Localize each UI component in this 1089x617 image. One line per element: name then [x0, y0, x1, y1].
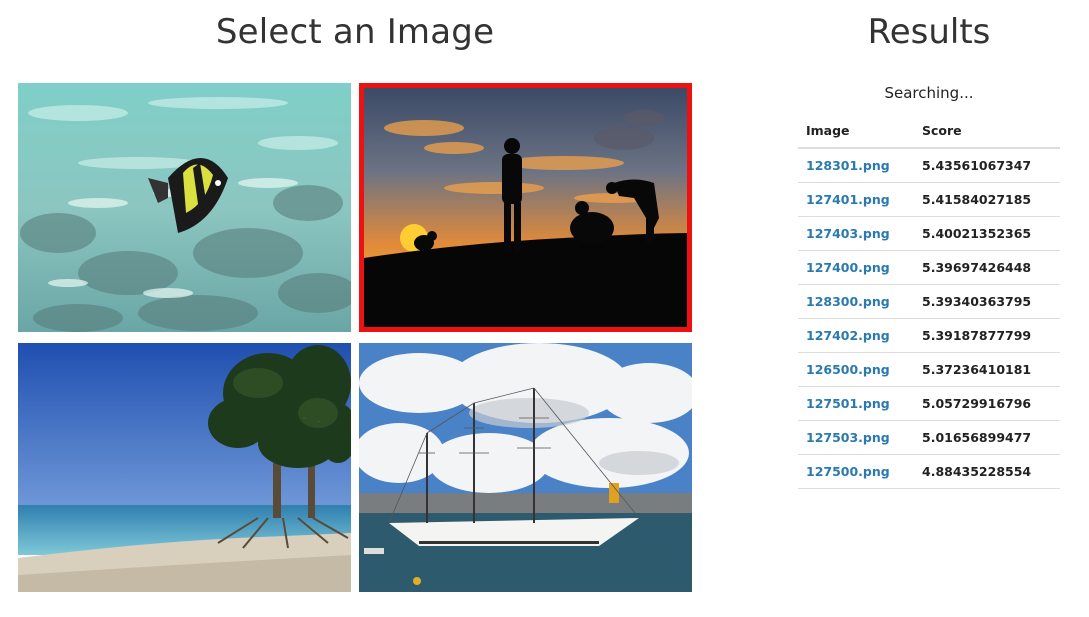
result-score: 5.43561067347: [914, 148, 1060, 183]
table-row: 126500.png 5.37236410181: [798, 352, 1060, 387]
beach-trees-photo: [18, 343, 351, 592]
result-score: 5.41584027185: [914, 182, 1060, 217]
results-table: Image Score 128301.png 5.43561067347 127…: [798, 114, 1060, 489]
result-score: 4.88435228554: [914, 454, 1060, 489]
result-image-link[interactable]: 128301.png: [806, 158, 890, 173]
result-score: 5.37236410181: [914, 352, 1060, 387]
table-row: 128300.png 5.39340363795: [798, 284, 1060, 319]
column-header-image: Image: [798, 114, 914, 149]
search-status: Searching...: [884, 84, 974, 102]
page: Select an Image Results Searching... Ima…: [0, 0, 1089, 617]
image-tile-fish[interactable]: [18, 83, 351, 332]
result-image-link[interactable]: 127400.png: [806, 260, 890, 275]
table-row: 127403.png 5.40021352365: [798, 216, 1060, 251]
table-row: 127402.png 5.39187877799: [798, 318, 1060, 353]
result-image-link[interactable]: 126500.png: [806, 362, 890, 377]
select-image-heading: Select an Image: [215, 12, 495, 52]
result-score: 5.01656899477: [914, 420, 1060, 455]
result-image-link[interactable]: 127401.png: [806, 192, 890, 207]
fish-photo: [18, 83, 351, 332]
result-score: 5.39340363795: [914, 284, 1060, 319]
results-header-row: Image Score: [798, 114, 1060, 149]
result-score: 5.39697426448: [914, 250, 1060, 285]
table-row: 127501.png 5.05729916796: [798, 386, 1060, 421]
result-image-link[interactable]: 127501.png: [806, 396, 890, 411]
image-tile-ship[interactable]: [359, 343, 692, 592]
table-row: 128301.png 5.43561067347: [798, 148, 1060, 183]
result-image-link[interactable]: 127503.png: [806, 430, 890, 445]
result-image-link[interactable]: 128300.png: [806, 294, 890, 309]
result-score: 5.40021352365: [914, 216, 1060, 251]
image-tile-beach[interactable]: [18, 343, 351, 592]
image-tile-sunset[interactable]: [359, 83, 692, 332]
table-row: 127503.png 5.01656899477: [798, 420, 1060, 455]
column-header-score: Score: [914, 114, 1060, 149]
results-heading: Results: [867, 12, 991, 52]
result-image-link[interactable]: 127500.png: [806, 464, 890, 479]
result-image-link[interactable]: 127403.png: [806, 226, 890, 241]
table-row: 127401.png 5.41584027185: [798, 182, 1060, 217]
table-row: 127500.png 4.88435228554: [798, 454, 1060, 489]
sunset-silhouette-photo: [364, 88, 687, 327]
table-row: 127400.png 5.39697426448: [798, 250, 1060, 285]
result-score: 5.05729916796: [914, 386, 1060, 421]
result-image-link[interactable]: 127402.png: [806, 328, 890, 343]
tall-ship-photo: [359, 343, 692, 592]
result-score: 5.39187877799: [914, 318, 1060, 353]
